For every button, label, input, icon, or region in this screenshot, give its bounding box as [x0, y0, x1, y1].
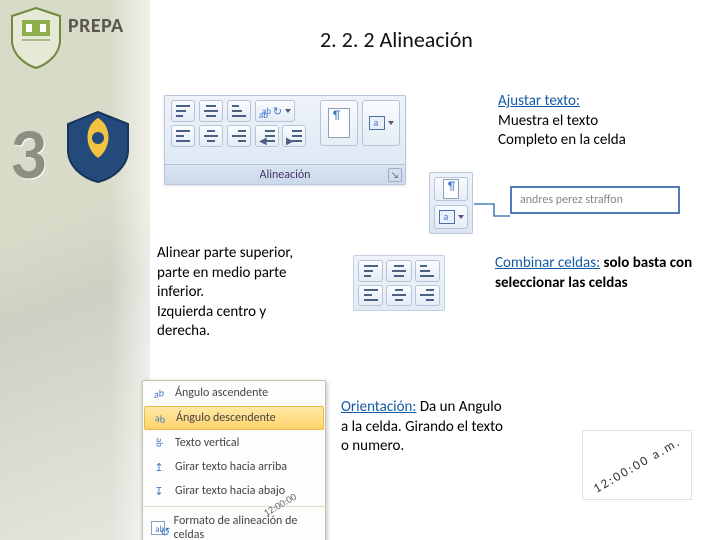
- brand-text: PREPA: [68, 14, 124, 38]
- callout-combinar: Combinar celdas: solo basta con seleccio…: [495, 254, 700, 293]
- orientation-dropdown[interactable]: ab↻: [255, 100, 295, 122]
- decrease-indent-button[interactable]: ◀: [255, 125, 279, 147]
- align-left-button[interactable]: [358, 285, 383, 307]
- callout-heading: Combinar celdas:: [495, 254, 600, 272]
- secondary-crest-icon: [62, 108, 134, 186]
- align-bottom-button[interactable]: [415, 260, 440, 282]
- wrapped-cell-sample: andres perez straffon: [510, 186, 680, 214]
- align-center-button[interactable]: [386, 285, 411, 307]
- ribbon-group-alignment: ab↻ ◀ ▶ Alineación ↘: [164, 95, 406, 185]
- merge-center-button[interactable]: [362, 100, 400, 146]
- align-bottom-button[interactable]: [227, 100, 251, 122]
- align-top-button[interactable]: [358, 260, 383, 282]
- callout-heading: Orientación:: [341, 398, 416, 416]
- rotate-up-icon: ↥: [151, 459, 167, 475]
- alignment-buttons-sample: [353, 255, 445, 311]
- callout-orientacion: Orientación: Da un Angulo a la celda. Gi…: [341, 398, 511, 457]
- callout-connector: [474, 200, 510, 220]
- sheet-ab-icon: ↺: [151, 520, 166, 536]
- school-crest-icon: [8, 6, 64, 70]
- align-right-button[interactable]: [227, 125, 251, 147]
- ribbon-sample-wrap-merge: [429, 172, 473, 234]
- align-center-button[interactable]: [199, 125, 223, 147]
- menu-item-angle-asc[interactable]: ab Ángulo ascendente: [143, 381, 325, 405]
- increase-indent-button[interactable]: ▶: [282, 125, 306, 147]
- chevron-down-icon: [388, 121, 394, 125]
- chevron-down-icon: [285, 109, 291, 113]
- rotate-down-icon: ↧: [151, 483, 167, 499]
- align-right-button[interactable]: [415, 285, 440, 307]
- chevron-down-icon: [458, 215, 464, 219]
- menu-item-vertical-text[interactable]: ab Texto vertical: [143, 431, 325, 455]
- left-decorative-band: [0, 0, 150, 540]
- rotated-cell-sample-small: 12:00:00: [240, 480, 320, 528]
- campus-number: 3: [10, 110, 47, 198]
- align-middle-button[interactable]: [386, 260, 411, 282]
- angle-descending-icon: ab: [152, 410, 168, 426]
- align-middle-button[interactable]: [199, 100, 223, 122]
- dialog-launcher-icon[interactable]: ↘: [388, 168, 402, 182]
- menu-item-rotate-up[interactable]: ↥ Girar texto hacia arriba: [143, 455, 325, 479]
- align-top-button[interactable]: [171, 100, 195, 122]
- wrap-text-button[interactable]: [434, 177, 468, 201]
- vertical-text-icon: ab: [151, 435, 167, 451]
- callout-heading: Ajustar texto:: [498, 92, 580, 110]
- menu-item-angle-desc[interactable]: ab Ángulo descendente: [144, 406, 324, 430]
- angle-ascending-icon: ab: [151, 385, 167, 401]
- merge-center-button[interactable]: [434, 205, 468, 229]
- wrap-text-button[interactable]: [320, 100, 358, 146]
- callout-ajustar-texto: Ajustar texto: Muestra el texto Completo…: [498, 92, 698, 151]
- ribbon-group-label: Alineación ↘: [165, 164, 405, 184]
- rotated-cell-sample: 12:00:00 a.m.: [582, 430, 692, 500]
- callout-alinear: Alinear parte superior, parte en medio p…: [157, 244, 347, 342]
- align-left-button[interactable]: [171, 125, 195, 147]
- page-title: 2. 2. 2 Alineación: [320, 26, 473, 53]
